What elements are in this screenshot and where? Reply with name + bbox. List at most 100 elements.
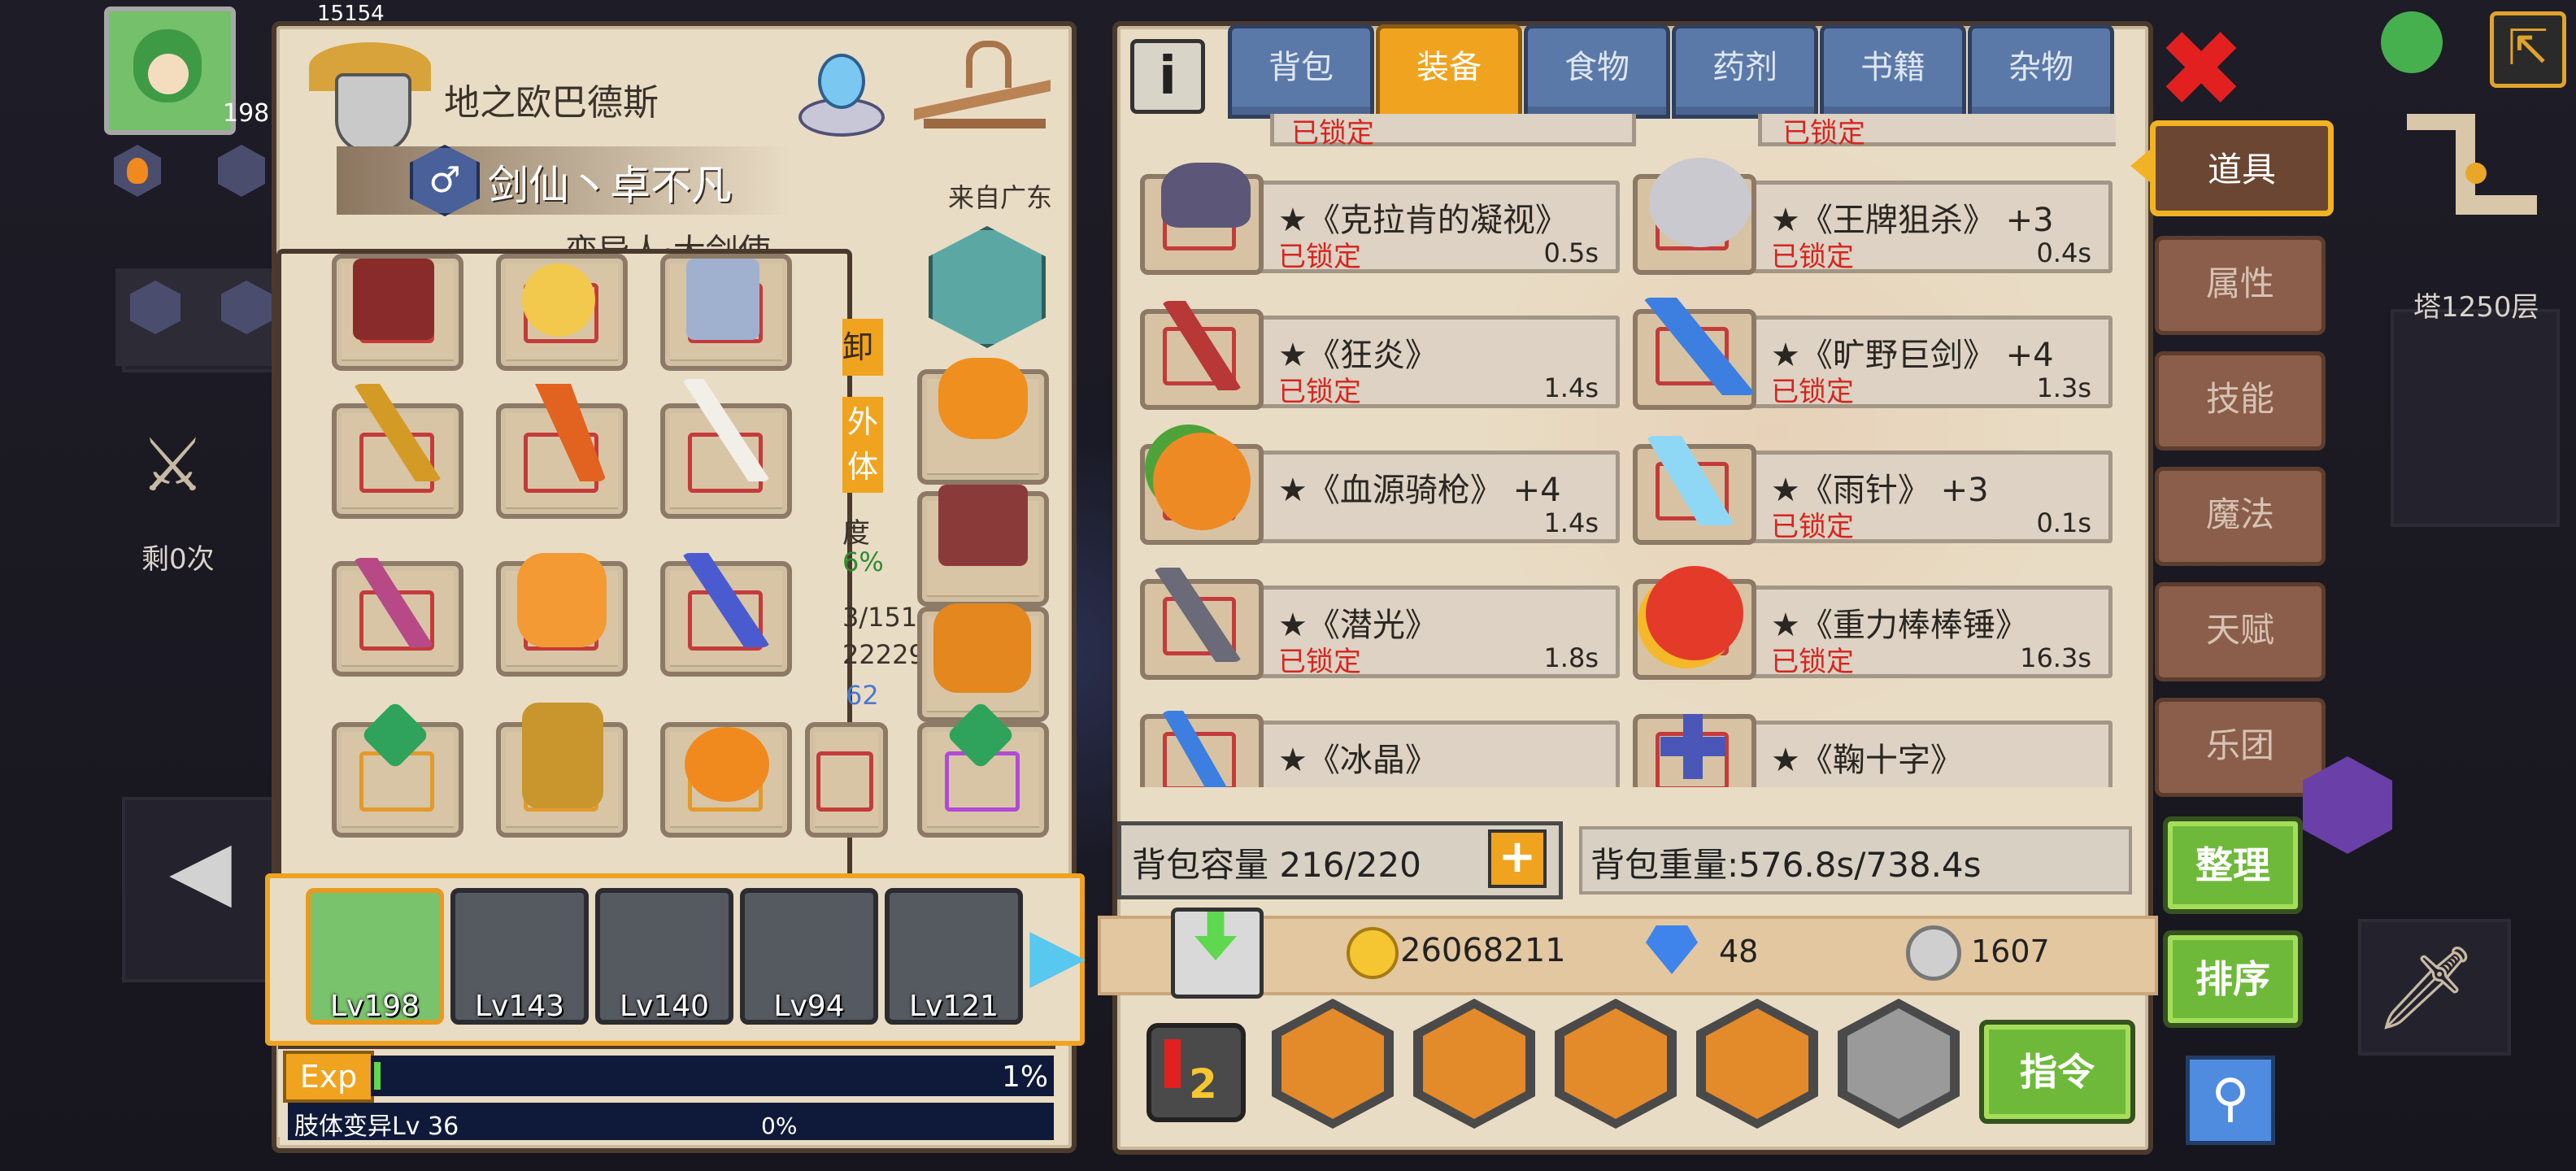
equip-slot-sword[interactable] [660,379,792,519]
equip-slot-cannon[interactable] [917,358,1049,485]
search-button[interactable]: ⚲ [2186,1056,2275,1145]
equip-slot-axe[interactable] [496,384,628,519]
equip-slot-robe[interactable] [660,254,792,371]
exp-track [371,1056,1054,1096]
network-globe-icon[interactable] [2381,11,2443,73]
silver-coin-icon [1906,925,1961,981]
equip-slot-pumpkin[interactable] [660,722,792,838]
sword-icon[interactable]: 🗡 [2374,943,2478,1033]
guild-crest-icon [301,36,439,153]
command-button[interactable]: 指令 [1979,1020,2135,1124]
list-clip: ★《冰晶》 ★《鞠十字》 [1140,698,2132,787]
item-time: 0.4s [2036,237,2091,268]
cross-icon [1633,714,1756,787]
player-avatar[interactable]: 198 [104,7,269,135]
sort-button[interactable]: 排序 [2163,930,2303,1028]
item-time: 1.4s [1543,372,1599,403]
lock-status: 已锁定 [1771,241,1854,273]
hanger-icon[interactable] [907,37,1057,143]
orb-icon[interactable] [785,41,891,138]
gem-amount: 48 [1719,934,1759,969]
list-item[interactable]: ★《克拉肯的凝视》 已锁定 0.5s [1140,158,1620,275]
trident-icon [1633,298,1756,410]
bag-capacity-text: 背包容量 216/220 [1132,845,1421,885]
party-member-5[interactable]: Lv121 [885,888,1023,1025]
list-item[interactable]: ★《重力棒棒锤》 已锁定 16.3s [1633,563,2113,680]
party-level: Lv143 [474,990,565,1023]
tidy-button[interactable]: 整理 [2163,816,2303,914]
download-icon[interactable] [1171,908,1264,999]
ice-staff-icon [1140,711,1264,787]
tower-floor: 塔1250层 [2413,291,2539,324]
equip-slot-blue-sword[interactable] [660,553,792,677]
party-member-4[interactable]: Lv94 [740,888,878,1025]
page-toggle-button[interactable]: 2 [1147,1023,1246,1122]
character-name: 地之欧巴德斯 [444,82,659,124]
lock-status: 已锁定 [1278,646,1361,678]
item-name: ★《血源骑枪》 +4 [1278,472,1561,509]
party-member-2[interactable]: Lv143 [450,888,589,1025]
pumpkin-lance-icon [1140,433,1264,545]
side-tab-items[interactable]: 道具 [2150,120,2334,216]
equip-slot-purple-ring[interactable] [917,700,1049,838]
external-body-label[interactable]: 外 体 [842,397,883,493]
list-item[interactable]: ★《王牌狙杀》 +3 已锁定 0.4s [1633,158,2113,275]
kraken-helm-icon [1140,163,1264,275]
mutation-label: 肢体变异Lv 36 [294,1112,459,1141]
side-tab-attributes[interactable]: 属性 [2155,236,2326,335]
tab-equipment[interactable]: 装备 [1376,24,1522,128]
equip-slot-flame-gauntlet[interactable] [496,553,628,677]
equip-slot-crossbow[interactable] [332,384,463,519]
equip-slot-cape[interactable] [332,254,463,371]
side-tab-band[interactable]: 乐团 [2155,698,2326,797]
side-tab-skills[interactable]: 技能 [2155,351,2326,451]
party-member-3[interactable]: Lv140 [595,888,733,1025]
scythe-icon [1140,568,1264,680]
equip-slot-helm[interactable] [917,485,1049,607]
tab-books[interactable]: 书籍 [1820,24,1966,119]
list-item[interactable]: ★《冰晶》 [1140,698,1620,787]
side-tab-talents[interactable]: 天赋 [2155,582,2326,681]
party-next-arrow-icon[interactable]: ▶ [1029,914,1086,995]
exp-label: Exp [283,1051,374,1103]
back-arrow-icon[interactable]: ◀ [169,821,242,919]
expand-capacity-button[interactable]: + [1488,829,1547,888]
tab-backpack[interactable]: 背包 [1228,24,1374,119]
list-item[interactable]: ★《旷野巨剑》 +4 已锁定 1.3s [1633,293,2113,410]
info-button[interactable]: i [1130,39,1205,114]
crossed-swords-icon[interactable]: ⚔ [140,423,206,508]
gold-amount: 26068211 [1400,932,1566,969]
list-item[interactable]: ★《潜光》 已锁定 1.8s [1140,563,1620,680]
equip-slot-emerald-ring[interactable] [332,700,463,838]
close-icon[interactable]: ✖ [2156,16,2246,122]
lollipop-hammer-icon [1633,566,1756,680]
character-origin: 来自广东 [948,182,1053,213]
list-item[interactable]: ★《血源骑枪》 +4 1.4s [1140,428,1620,545]
equip-slot-partial[interactable] [805,722,888,838]
exit-icon[interactable]: ⇱ [2490,11,2566,88]
avatar-level: 198 [223,99,270,128]
side-tab-magic[interactable]: 魔法 [2155,467,2326,566]
equip-slot-ring[interactable] [496,254,628,371]
item-time: 0.1s [2036,507,2091,538]
party-level: Lv121 [908,990,999,1023]
party-member-1[interactable]: Lv198 [306,888,444,1025]
lock-status: 已锁定 [1278,241,1361,273]
minimap[interactable] [2391,98,2568,260]
robot-skull-icon [1633,158,1756,275]
remaining-attempts: 剩0次 [141,543,215,576]
ice-blade-icon [1633,436,1756,545]
tab-misc[interactable]: 杂物 [1968,24,2114,119]
list-item[interactable]: ★《鞠十字》 [1633,698,2113,787]
item-time: 16.3s [2020,642,2091,673]
equip-slot-dagger[interactable] [332,558,463,677]
equip-slot-gold-armor[interactable] [496,703,628,838]
tab-food[interactable]: 食物 [1524,24,1670,119]
list-item[interactable]: ★《雨针》 +3 已锁定 0.1s [1633,428,2113,545]
unequip-label[interactable]: 卸 [842,319,883,376]
tab-potion[interactable]: 药剂 [1672,24,1818,119]
item-time: 1.8s [1543,642,1599,673]
list-item[interactable]: ★《狂炎》 已锁定 1.4s [1140,293,1620,410]
item-time: 1.3s [2036,372,2091,403]
item-name: ★《鞠十字》 [1771,742,1963,779]
